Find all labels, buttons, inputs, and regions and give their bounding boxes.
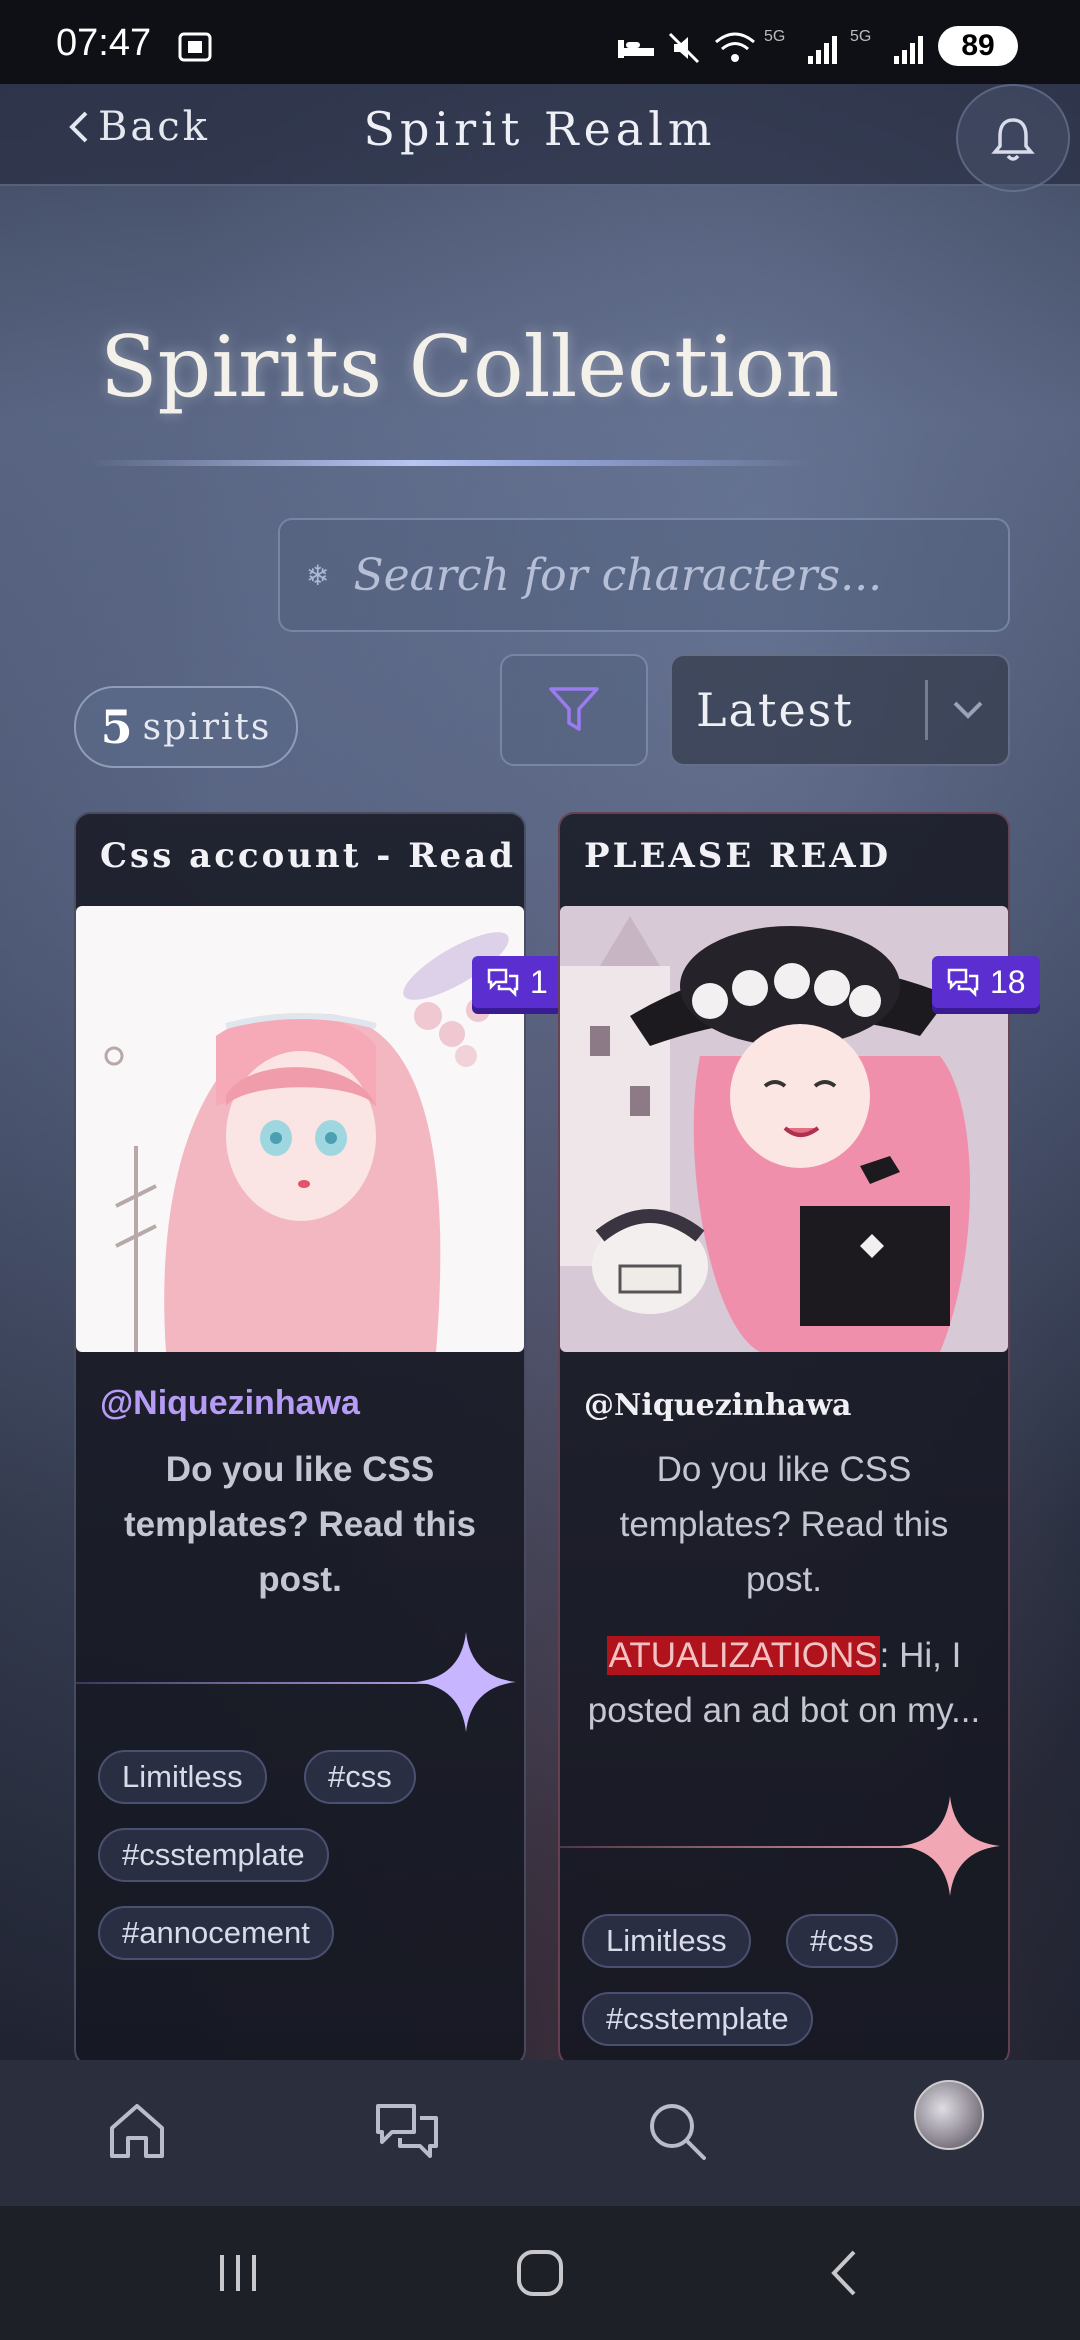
sort-select[interactable]: Latest (670, 654, 1010, 766)
card-title: PLEASE READ (584, 836, 892, 876)
comment-count-badge: 18 (932, 956, 1040, 1008)
chat-icon (376, 2104, 438, 2158)
comment-count: 18 (990, 963, 1026, 1000)
back-arrow-icon (831, 2250, 856, 2296)
sparkle-icon (416, 1632, 516, 1732)
comments-icon (487, 968, 519, 997)
search-input[interactable] (351, 548, 1008, 602)
spirit-count-label: spirits (142, 706, 272, 748)
battery-level: 89 (961, 29, 995, 62)
spirit-count: 5 (100, 700, 133, 754)
mute-icon (666, 30, 702, 74)
filter-button[interactable] (500, 654, 648, 766)
home-icon (110, 2104, 164, 2158)
home-square-icon (517, 2250, 563, 2296)
profile-avatar[interactable] (914, 2080, 984, 2150)
card-title: Css account - Read (100, 836, 516, 876)
notifications-button[interactable] (956, 84, 1070, 192)
chevron-down-icon (928, 699, 1008, 721)
recent-apps-button[interactable] (208, 2248, 268, 2298)
wifi-icon (712, 28, 758, 74)
card-excerpt: Do you like CSS templates? Read this pos… (619, 1450, 949, 1599)
card-update-text: ATUALIZATIONS: Hi, I posted an ad bot on… (580, 1628, 988, 1738)
alarm-icon (616, 34, 656, 70)
spirit-card[interactable]: Css account - Read 1 @Niquezinhawa Do yo… (74, 812, 562, 2066)
card-artwork[interactable] (76, 906, 524, 1352)
tag-chip[interactable]: #annocement (98, 1906, 334, 1960)
title-underline (90, 460, 810, 466)
tag-chip[interactable]: #csstemplate (582, 1992, 813, 2046)
tag-chip[interactable]: #csstemplate (98, 1828, 329, 1882)
spirit-card[interactable]: PLEASE READ 18 @Niquezinhawa Do you like… (558, 812, 1040, 2066)
bell-icon (991, 118, 1035, 161)
snowflake-icon: ❄ (306, 558, 330, 592)
home-button[interactable] (510, 2248, 570, 2298)
nav-search[interactable] (632, 2086, 722, 2176)
sort-divider (925, 680, 928, 740)
sparkle-icon (900, 1796, 1000, 1896)
filter-icon (549, 687, 599, 731)
signal-icon-2 (892, 32, 926, 74)
network-type-1: 5G (764, 28, 786, 45)
card-author-link[interactable]: @Niquezinhawa (584, 1388, 851, 1423)
tag-chip[interactable]: Limitless (582, 1914, 751, 1968)
comments-icon (947, 968, 979, 997)
status-bar: 07:47 5G 5G 89 (0, 0, 1080, 84)
card-excerpt: Do you like CSS templates? Read this pos… (123, 1450, 477, 1599)
screenshot-icon (176, 30, 214, 72)
comment-count: 1 (530, 963, 548, 1000)
tag-chip[interactable]: #css (786, 1914, 898, 1968)
card-author-link[interactable]: @Niquezinhawa (100, 1384, 360, 1423)
comment-count-badge: 1 (472, 956, 562, 1008)
system-navigation-bar (0, 2206, 1080, 2340)
nav-home[interactable] (92, 2086, 182, 2176)
spirit-count-badge: 5 spirits (74, 686, 298, 768)
nav-chats[interactable] (362, 2086, 452, 2176)
search-icon (650, 2104, 706, 2160)
update-highlight: ATUALIZATIONS (606, 1636, 880, 1675)
tag-chip[interactable]: #css (304, 1750, 416, 1804)
signal-icon (806, 32, 840, 74)
status-time: 07:47 (56, 22, 152, 64)
app-header: Back Spirit Realm (0, 84, 1080, 192)
network-type-2: 5G (850, 28, 872, 45)
system-back-button[interactable] (814, 2248, 874, 2298)
battery-indicator: 89 (938, 26, 1018, 66)
recents-icon (220, 2255, 256, 2291)
app-title: Spirit Realm (363, 102, 717, 156)
sort-selected-value: Latest (696, 683, 854, 737)
tag-chip[interactable]: Limitless (98, 1750, 267, 1804)
page-title: Spirits Collection (100, 318, 840, 416)
search-box[interactable]: ❄ (278, 518, 1010, 632)
